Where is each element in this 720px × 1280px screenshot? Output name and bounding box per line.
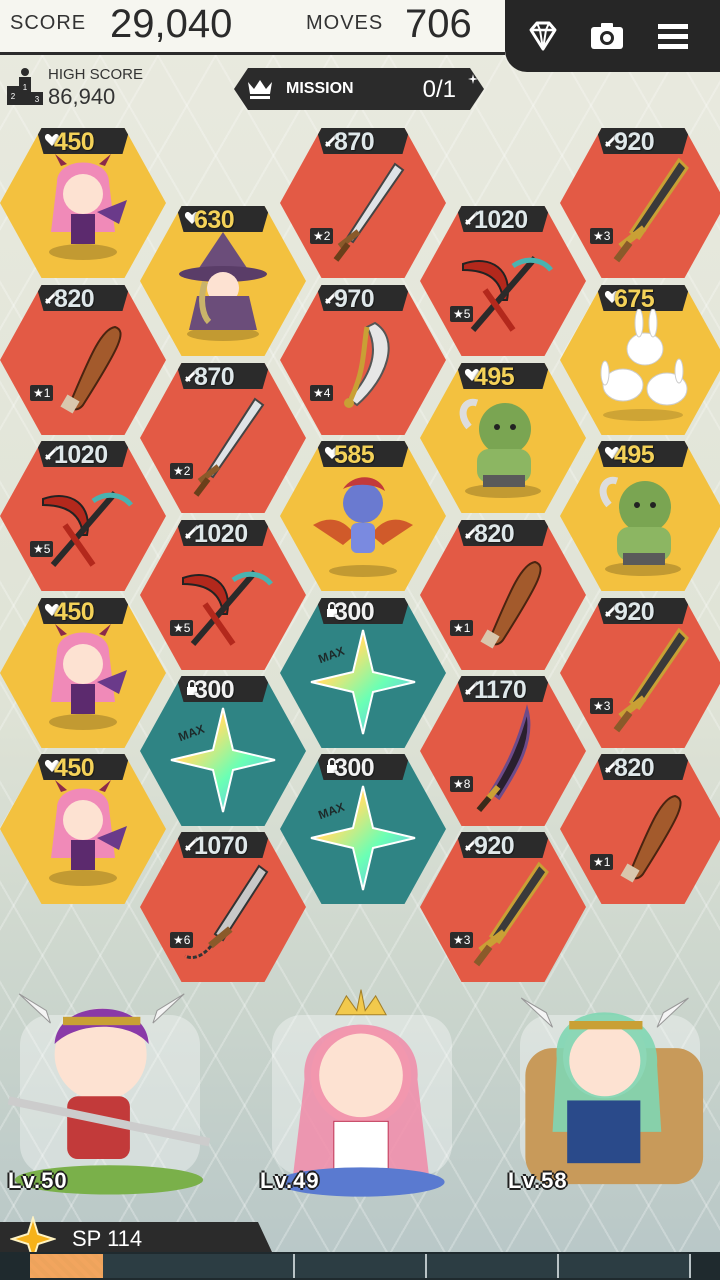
star-rank-badge: ★1 [30,385,54,401]
locked-tile[interactable]: 300 MAX [280,598,446,748]
scythe-icon [462,256,553,332]
scythe-icon [42,491,133,567]
hero-level: Lv.50 [8,1168,68,1193]
sp-tick [293,1254,295,1278]
hero-card[interactable]: Lv.58 [500,975,715,1215]
chain-sword-icon [184,864,269,960]
weapon-tile[interactable]: 870 ★2 [140,363,306,513]
weapon-tile[interactable]: 920 ★3 [560,128,720,278]
star-rank-badge: ★8 [450,776,474,792]
star-rank-badge: ★5 [450,306,474,322]
hero-level: Lv.58 [508,1168,568,1193]
star-rank-badge: ★5 [170,620,194,636]
star-rank-badge: ★1 [450,620,474,636]
club-icon [620,794,682,883]
sword-icon [333,162,405,262]
golden-sword-icon [473,861,549,967]
rainbow-star-icon [310,629,416,735]
sp-gauge [30,1254,690,1278]
golden-sword-icon [613,627,689,733]
star-rank-badge: ★5 [30,541,54,557]
weapon-tile[interactable]: 1020 ★5 [140,520,306,670]
club-icon [480,560,542,649]
star-rank-badge: ★6 [170,932,194,948]
weapon-tile[interactable]: 1020 ★5 [0,441,166,591]
sp-bar: SP 114 [0,1216,720,1280]
pink-demon-girl-icon [49,780,127,886]
orc-icon [459,398,541,498]
monster-tile[interactable]: 585 [280,441,446,591]
star-rank-badge: ★2 [310,228,334,244]
star-rank-badge: ★3 [590,698,614,714]
sp-tick [425,1254,427,1278]
sword-icon [193,397,265,497]
monster-tile[interactable]: 495 [420,363,586,513]
pink-demon-girl-icon [49,624,127,730]
scythe-icon [182,570,273,646]
witch-icon [179,232,267,341]
weapon-tile[interactable]: 820 ★1 [0,285,166,435]
sp-tick [557,1254,559,1278]
hero-card[interactable]: Lv.49 [252,975,467,1215]
pink-demon-girl-icon [49,154,127,260]
star-rank-badge: ★3 [450,932,474,948]
harpy-icon [313,477,413,577]
locked-tile[interactable]: 300 MAX [140,676,306,826]
locked-tile[interactable]: 300 MAX [280,754,446,904]
orc-icon [599,476,681,576]
axe-blade-icon [344,321,390,408]
star-rank-badge: ★4 [310,385,334,401]
monster-tile[interactable]: 675 [560,285,720,435]
sp-tick [689,1254,691,1278]
hero-card[interactable]: Lv.50 [0,975,215,1215]
dark-blade-icon [476,704,531,813]
weapon-tile[interactable]: 1020 ★5 [420,206,586,356]
monster-tile[interactable]: 450 [0,598,166,748]
rabbits-icon [600,309,688,421]
weapon-tile[interactable]: 870 ★2 [280,128,446,278]
sp-fill [30,1254,103,1278]
monster-tile[interactable]: 630 [140,206,306,356]
rainbow-star-icon [170,707,276,813]
weapon-tile[interactable]: 920 ★3 [560,598,720,748]
star-rank-badge: ★3 [590,228,614,244]
star-rank-badge: ★2 [170,463,194,479]
star-rank-badge: ★1 [590,854,614,870]
weapon-tile[interactable]: 970 ★4 [280,285,446,435]
rainbow-star-icon [310,785,416,891]
weapon-tile[interactable]: 1070 ★6 [140,832,306,982]
golden-sword-icon [613,157,689,263]
weapon-tile[interactable]: 820 ★1 [420,520,586,670]
monster-tile[interactable]: 450 [0,128,166,278]
weapon-tile[interactable]: 1170 ★8 [420,676,586,826]
monster-tile[interactable]: 495 [560,441,720,591]
hero-level: Lv.49 [260,1168,320,1193]
weapon-tile[interactable]: 920 ★3 [420,832,586,982]
weapon-tile[interactable]: 820 ★1 [560,754,720,904]
club-icon [60,325,122,414]
monster-tile[interactable]: 450 [0,754,166,904]
sp-label: SP 114 [72,1226,143,1251]
